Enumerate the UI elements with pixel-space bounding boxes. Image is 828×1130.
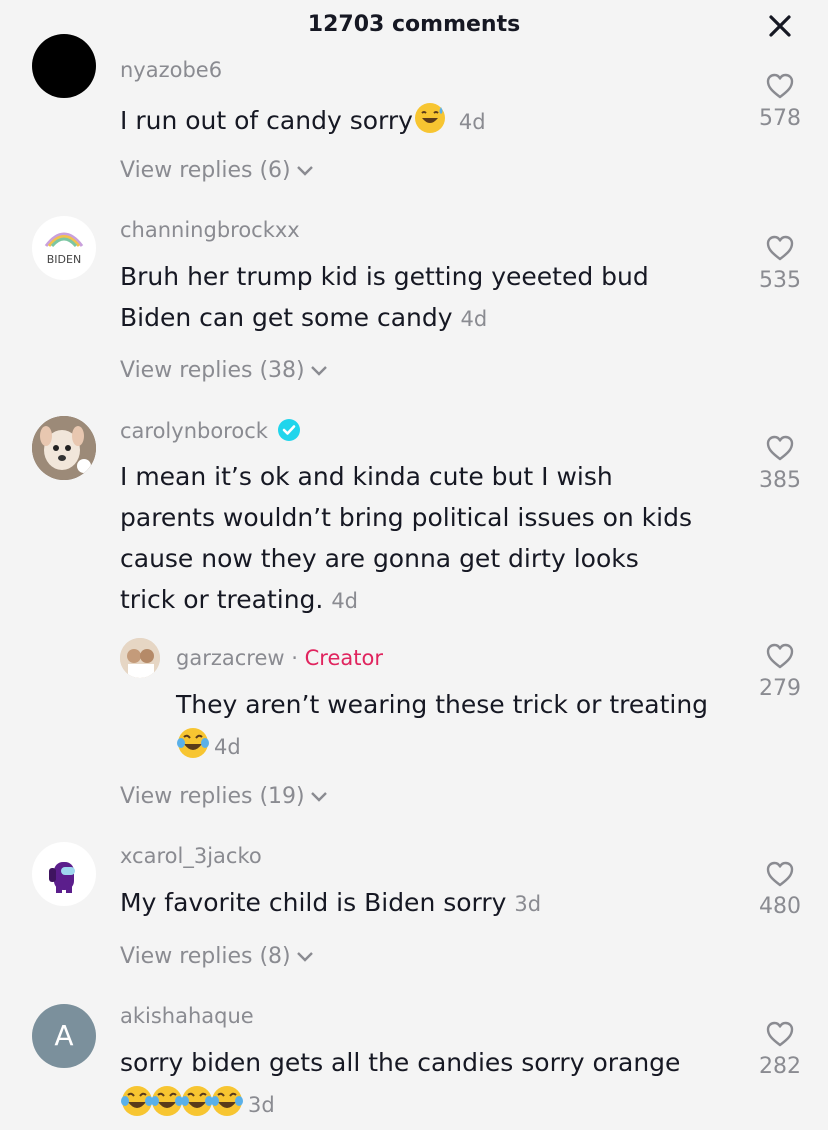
heart-icon [766,73,794,99]
like-button[interactable]: 385 [750,434,810,493]
comment-text-content: My favorite child is Biden sorry [120,888,507,917]
avatar-letter: A [54,1019,74,1052]
avatar[interactable] [32,34,96,98]
view-replies-label: View replies (38) [120,358,305,383]
comment-username-text: carolynborock [120,419,268,443]
view-replies-button[interactable]: View replies (38) [120,358,329,383]
sweat-smile-emoji-icon [413,101,445,133]
comment-text-line: parents wouldn’t bring political issues … [120,503,692,532]
comments-count-title: 12703 comments [307,12,521,37]
like-count: 385 [759,468,801,493]
comment-age: 3d [514,892,542,916]
reply-text-line: They aren’t wearing these trick or treat… [176,690,709,719]
avatar-text: BIDEN [47,253,81,266]
like-button[interactable]: 578 [750,72,810,131]
chevron-down-icon [296,952,313,962]
chevron-down-icon [296,166,313,176]
like-count: 578 [759,106,801,131]
like-button[interactable]: 279 [750,642,810,701]
comment-text-line: trick or treating. [120,585,324,614]
comment-text-line: Bruh her trump kid is getting yeeeted bu… [120,262,649,291]
avatar[interactable] [120,638,160,678]
avatar[interactable] [32,416,96,480]
like-count: 279 [759,676,801,701]
comment-text: My favorite child is Biden sorry 3d [120,882,541,925]
tears-of-joy-emoji-icon [120,1084,153,1116]
heart-icon [766,643,794,669]
comment-username[interactable]: xcarol_3jacko [120,844,262,868]
reply-username[interactable]: garzacrew · Creator [176,646,383,670]
heart-icon [766,435,794,461]
comment-username[interactable]: akishahaque [120,1004,254,1028]
chevron-down-icon [310,366,327,376]
like-button[interactable]: 480 [750,860,810,919]
comment-username[interactable]: carolynborock [120,418,301,443]
comment-age: 4d [331,589,359,613]
like-button[interactable]: 282 [750,1020,810,1079]
comment-text-line: sorry biden gets all the candies sorry o… [120,1048,681,1077]
comment-text-line: Biden can get some candy [120,303,453,332]
creator-tag: Creator [304,646,383,670]
reply-username-text: garzacrew [176,646,285,670]
comment-age: 4d [458,110,486,134]
avatar[interactable]: BIDEN [32,216,96,280]
comment-text-line: I mean it’s ok and kinda cute but I wish [120,462,613,491]
verified-badge-icon [277,419,300,441]
tears-of-joy-emoji-icon [210,1084,243,1116]
comment-text-line: cause now they are gonna get dirty looks [120,544,639,573]
avatar[interactable]: A [32,1004,96,1068]
comment-age: 4d [460,307,488,331]
heart-icon [766,861,794,887]
comment-text: sorry biden gets all the candies sorry o… [120,1042,730,1126]
separator-dot: · [291,646,298,670]
comments-header: 12703 comments [0,0,828,54]
like-count: 282 [759,1054,801,1079]
tears-of-joy-emoji-icon [150,1084,183,1116]
close-icon[interactable] [766,12,794,40]
comment-text: I run out of candy sorry 4d [120,100,486,143]
tears-of-joy-emoji-icon [176,726,209,758]
view-replies-button[interactable]: View replies (19) [120,784,329,809]
view-replies-label: View replies (8) [120,944,291,969]
view-replies-button[interactable]: View replies (6) [120,158,315,183]
among-us-icon [49,862,75,893]
chevron-down-icon [310,792,327,802]
heart-icon [766,235,794,261]
view-replies-label: View replies (19) [120,784,305,809]
heart-icon [766,1021,794,1047]
view-replies-label: View replies (6) [120,158,291,183]
comment-text: Bruh her trump kid is getting yeeeted bu… [120,256,649,340]
like-count: 535 [759,268,801,293]
like-count: 480 [759,894,801,919]
view-replies-button[interactable]: View replies (8) [120,944,315,969]
comment-text-content: I run out of candy sorry [120,106,413,135]
reply-text: They aren’t wearing these trick or treat… [176,684,736,768]
comment-text: I mean it’s ok and kinda cute but I wish… [120,456,692,622]
avatar[interactable] [32,842,96,906]
comment-username[interactable]: channingbrockxx [120,218,300,242]
comment-username[interactable]: nyazobe6 [120,58,222,82]
comment-age: 3d [247,1093,275,1117]
like-button[interactable]: 535 [750,234,810,293]
reply-age: 4d [213,735,241,759]
tears-of-joy-emoji-icon [180,1084,213,1116]
